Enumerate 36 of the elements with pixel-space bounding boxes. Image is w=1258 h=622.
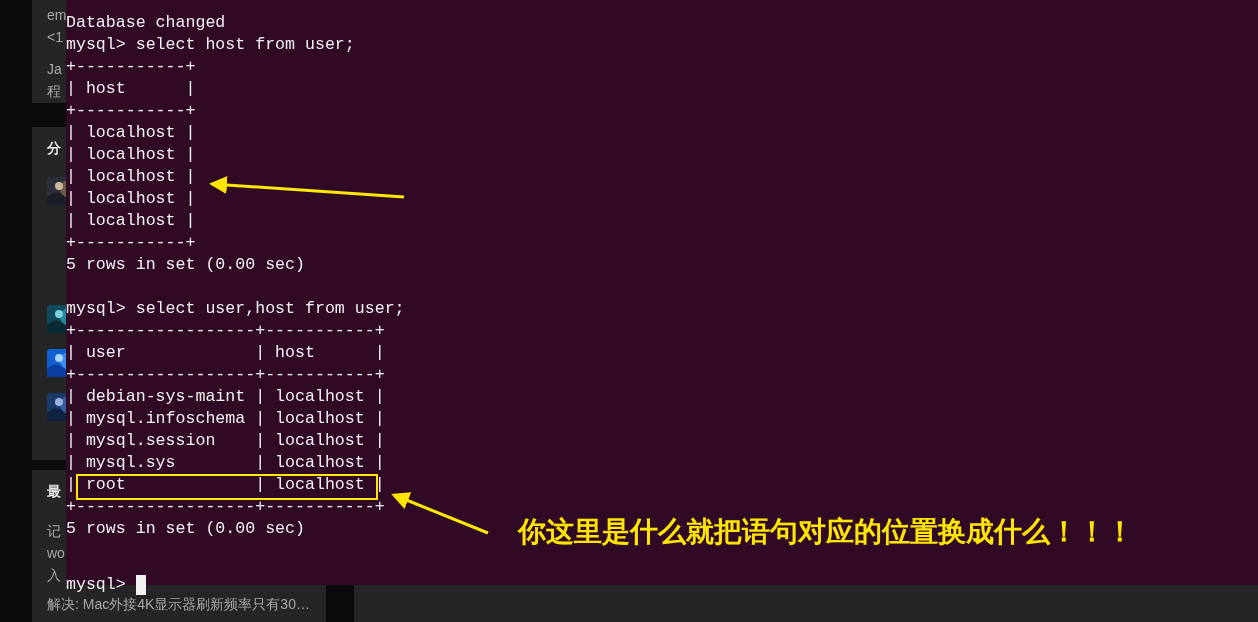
terminal-line: +-----------+ bbox=[66, 233, 196, 252]
sidebar-text[interactable]: wo bbox=[47, 542, 65, 564]
terminal-line: | debian-sys-maint | localhost | bbox=[66, 387, 385, 406]
terminal-line: 5 rows in set (0.00 sec) bbox=[66, 255, 305, 274]
sidebar-text[interactable]: <1 bbox=[47, 26, 63, 48]
sidebar-text[interactable]: 入 bbox=[47, 564, 61, 586]
sidebar-text[interactable]: Ja bbox=[47, 58, 62, 80]
terminal-line: mysql> select host from user; bbox=[66, 35, 355, 54]
sidebar-text[interactable]: em bbox=[47, 4, 67, 26]
terminal-line: | host | bbox=[66, 79, 196, 98]
terminal-line: +------------------+-----------+ bbox=[66, 497, 385, 516]
sidebar-text[interactable]: 解决: Mac外接4K显示器刷新频率只有30… bbox=[47, 593, 310, 615]
cursor-icon bbox=[135, 575, 146, 595]
sidebar-text[interactable]: 记 bbox=[47, 520, 61, 542]
terminal-line: | root | localhost | bbox=[66, 475, 385, 494]
terminal-line: mysql> select user,host from user; bbox=[66, 299, 405, 318]
terminal-line: Database changed bbox=[66, 13, 226, 32]
terminal-line: | localhost | bbox=[66, 145, 196, 164]
terminal-prompt: mysql> bbox=[66, 574, 126, 596]
terminal-line: | localhost | bbox=[66, 123, 196, 142]
terminal-line: +-----------+ bbox=[66, 57, 196, 76]
section-heading: 最 bbox=[47, 482, 61, 501]
terminal-line: 5 rows in set (0.00 sec) bbox=[66, 519, 305, 538]
terminal-line: | mysql.sys | localhost | bbox=[66, 453, 385, 472]
sidebar-text[interactable]: 程 bbox=[47, 80, 61, 102]
terminal-line: +------------------+-----------+ bbox=[66, 321, 385, 340]
terminal-line: | mysql.session | localhost | bbox=[66, 431, 385, 450]
terminal-line: | localhost | bbox=[66, 167, 196, 186]
terminal-line: | localhost | bbox=[66, 189, 196, 208]
terminal-line: +------------------+-----------+ bbox=[66, 365, 385, 384]
terminal-line: | user | host | bbox=[66, 343, 385, 362]
section-heading: 分 bbox=[47, 139, 61, 158]
terminal-line: | localhost | bbox=[66, 211, 196, 230]
terminal-line: | mysql.infoschema | localhost | bbox=[66, 409, 385, 428]
annotation-text: 你这里是什么就把语句对应的位置换成什么！！！ bbox=[518, 514, 1134, 550]
terminal-line: +-----------+ bbox=[66, 101, 196, 120]
